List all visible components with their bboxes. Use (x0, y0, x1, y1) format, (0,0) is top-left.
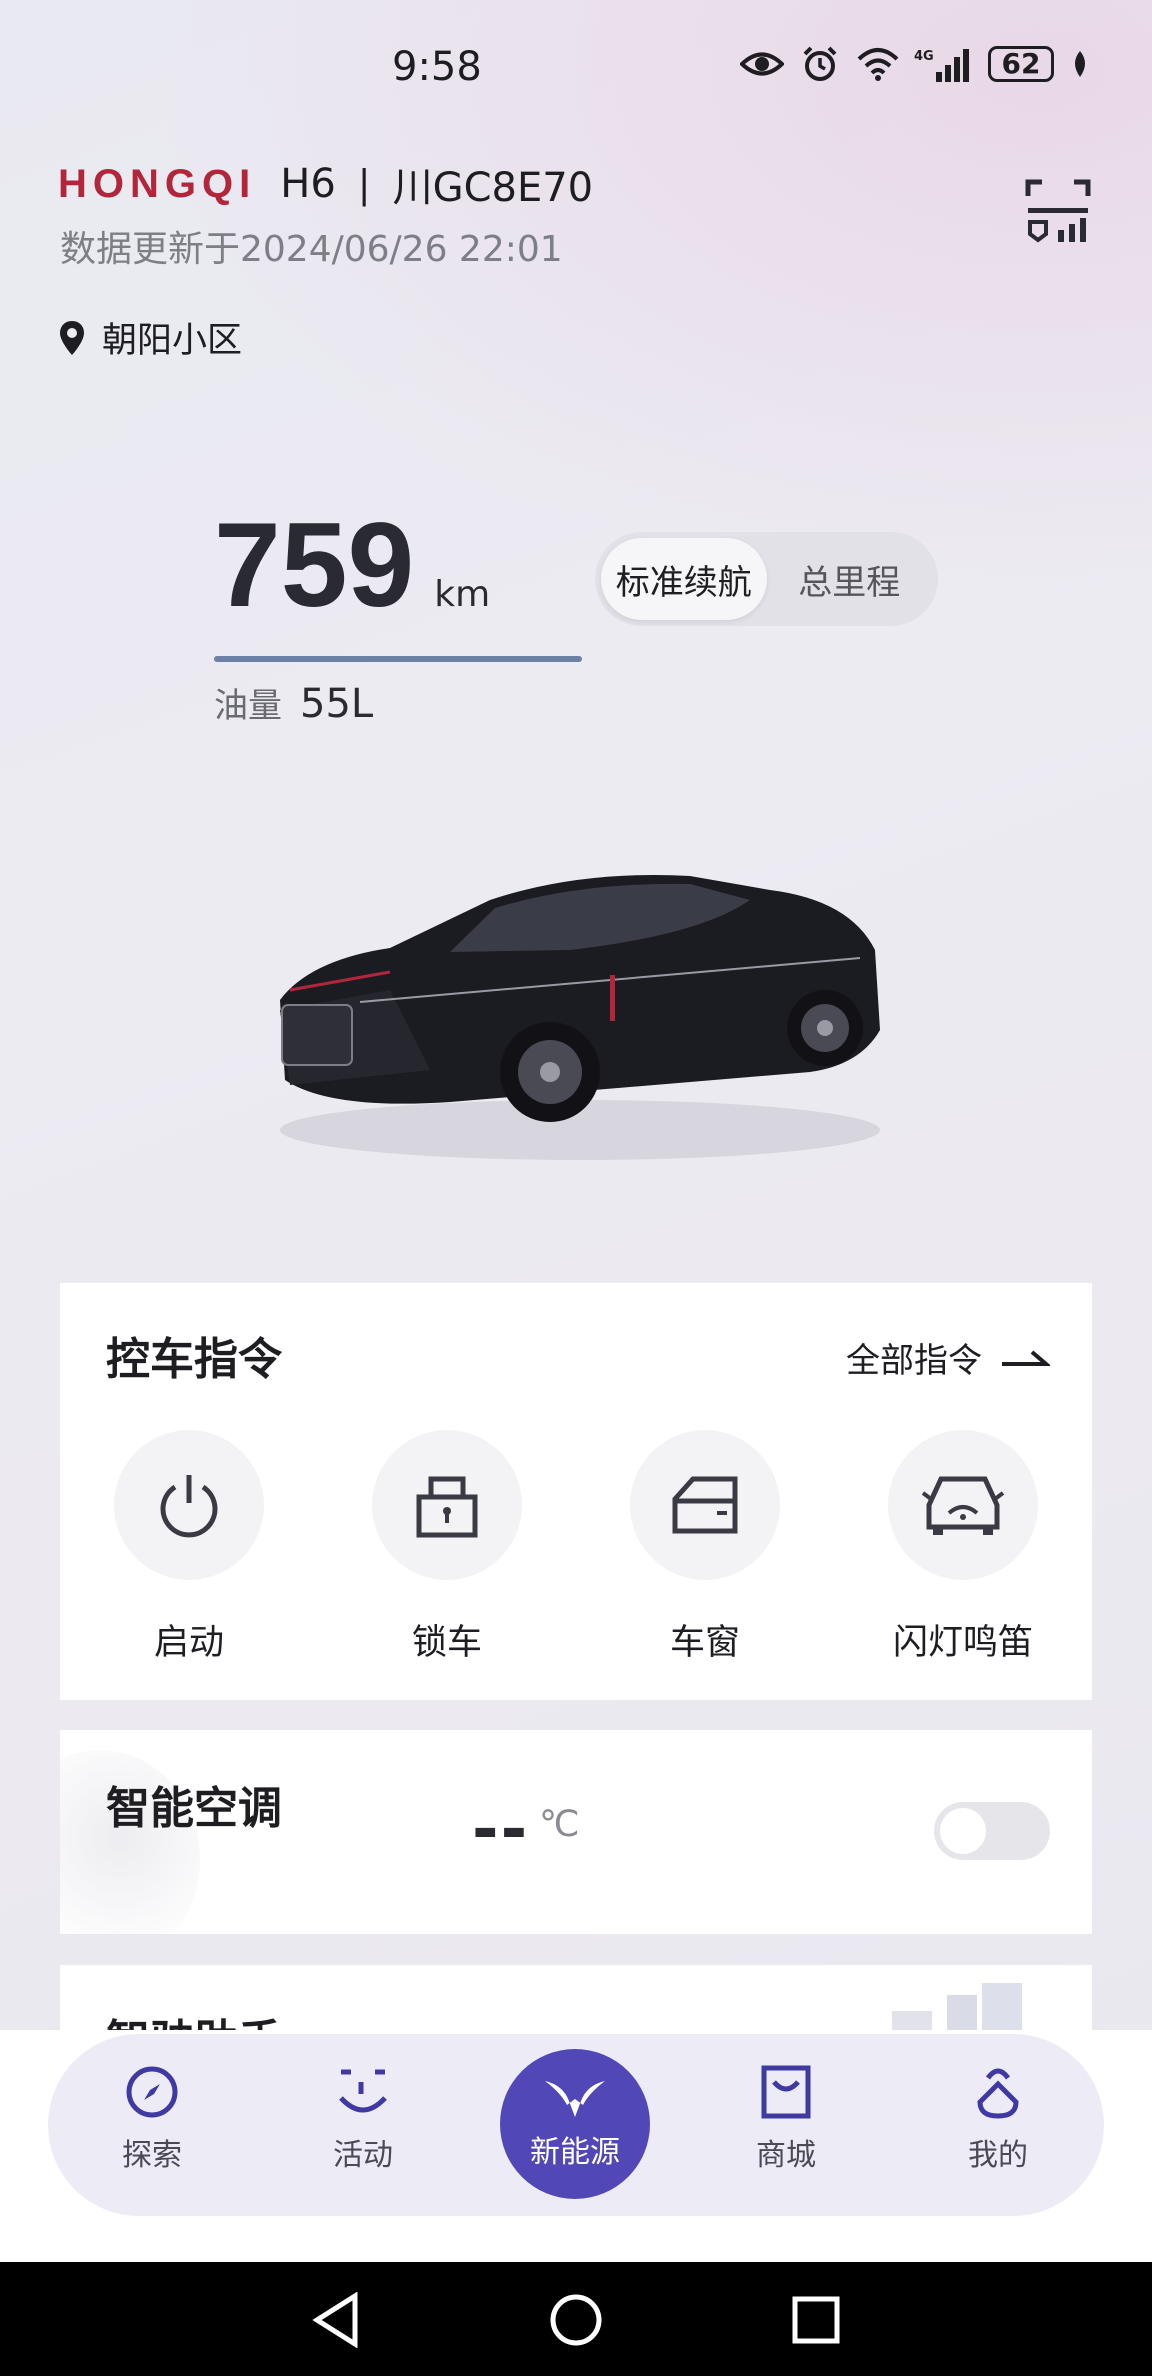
command-lock-button[interactable] (372, 1430, 522, 1580)
command-label: 启动 (153, 1623, 224, 1663)
all-commands-label: 全部指令 (846, 1341, 982, 1381)
smile-icon (339, 2069, 387, 2113)
profile-icon (977, 2068, 1019, 2119)
back-icon[interactable] (306, 2290, 366, 2350)
nav-new-energy[interactable]: 新能源 (500, 2049, 650, 2199)
vehicle-header: HONGQI H6 | 川GC8E70 (58, 155, 593, 213)
nav-activity[interactable]: 活动 (283, 2064, 443, 2174)
hongqi-logo-icon (545, 2081, 605, 2117)
control-title: 控车指令 (106, 1334, 282, 1385)
ac-toggle-knob (940, 1808, 986, 1854)
range-bar (214, 656, 582, 662)
nav-label: 商城 (756, 2138, 816, 2173)
command-label: 车窗 (669, 1623, 740, 1663)
home-icon[interactable] (546, 2290, 606, 2350)
range-value: 759 (214, 498, 415, 632)
brand-logo: HONGQI (58, 161, 257, 206)
mode-standard-range[interactable]: 标准续航 (601, 538, 767, 620)
car-horn-icon (921, 1476, 1005, 1535)
nav-explore[interactable]: 探索 (72, 2064, 232, 2174)
command-window-button[interactable] (630, 1430, 780, 1580)
mode-total-mileage[interactable]: 总里程 (767, 538, 933, 620)
command-grid: 启动 锁车 车窗 闪灯鸣笛 (60, 1430, 1092, 1665)
ac-temperature-unit: ℃ (539, 1804, 580, 1845)
smart-ac-card[interactable]: 智能空调 -- ℃ (60, 1730, 1092, 1934)
update-timestamp: 数据更新于2024/06/26 22:01 (60, 229, 563, 270)
car-image[interactable] (250, 840, 910, 1180)
nav-label: 我的 (968, 2138, 1028, 2173)
command-start-button[interactable] (114, 1430, 264, 1580)
leaf-icon (1068, 44, 1092, 84)
eye-icon (740, 44, 784, 84)
power-icon (160, 1475, 218, 1538)
fuel-label: 油量 (214, 686, 282, 726)
wifi-icon (856, 44, 900, 84)
status-icons: 4G 62 (740, 44, 1092, 84)
fuel-value: 55L (300, 681, 374, 727)
location-name: 朝阳小区 (102, 321, 243, 361)
nav-mine[interactable]: 我的 (918, 2064, 1078, 2174)
command-start[interactable]: 启动 (60, 1430, 318, 1665)
control-commands-card: 控车指令 全部指令 启动 锁车 车窗 闪灯鸣笛 (60, 1283, 1092, 1700)
command-label: 闪灯鸣笛 (892, 1623, 1033, 1663)
compass-icon (126, 2066, 178, 2118)
header-separator: | (357, 162, 371, 206)
ac-title: 智能空调 (106, 1783, 282, 1834)
command-flash-horn-button[interactable] (888, 1430, 1038, 1580)
command-flash-horn[interactable]: 闪灯鸣笛 (834, 1430, 1092, 1665)
battery-indicator: 62 (988, 46, 1054, 82)
ac-toggle[interactable] (934, 1802, 1050, 1860)
recents-icon[interactable] (786, 2290, 846, 2350)
range-display: 759 km (214, 505, 490, 625)
arrow-right-icon (1002, 1349, 1050, 1366)
scan-icon[interactable] (1024, 178, 1092, 246)
ac-temperature: -- ℃ (472, 1798, 580, 1862)
command-window[interactable]: 车窗 (576, 1430, 834, 1665)
signal-icon: 4G (914, 44, 974, 84)
range-unit: km (434, 574, 491, 615)
all-commands-link[interactable]: 全部指令 (846, 1333, 1050, 1382)
network-label: 4G (914, 49, 934, 64)
nav-label: 活动 (333, 2138, 393, 2173)
command-label: 锁车 (411, 1623, 482, 1663)
location-pin-icon (60, 320, 84, 355)
command-lock[interactable]: 锁车 (318, 1430, 576, 1665)
status-bar: 9:58 4G 62 (0, 0, 1152, 140)
nav-label: 探索 (122, 2138, 182, 2173)
window-icon (672, 1476, 738, 1534)
nav-mall[interactable]: 商城 (706, 2064, 866, 2174)
alarm-icon (798, 44, 842, 84)
lock-icon (416, 1476, 478, 1538)
ac-temperature-value: -- (472, 1793, 530, 1867)
shopping-bag-icon (761, 2065, 811, 2119)
location[interactable]: 朝阳小区 (58, 312, 242, 363)
range-mode-toggle[interactable]: 标准续航 总里程 (595, 532, 938, 626)
license-plate: 川GC8E70 (392, 165, 594, 211)
fuel-level: 油量 55L (214, 678, 373, 727)
system-nav-bar (0, 2262, 1152, 2376)
vehicle-model: H6 (280, 161, 336, 207)
status-time: 9:58 (392, 44, 482, 90)
nav-label: 新能源 (530, 2135, 620, 2170)
